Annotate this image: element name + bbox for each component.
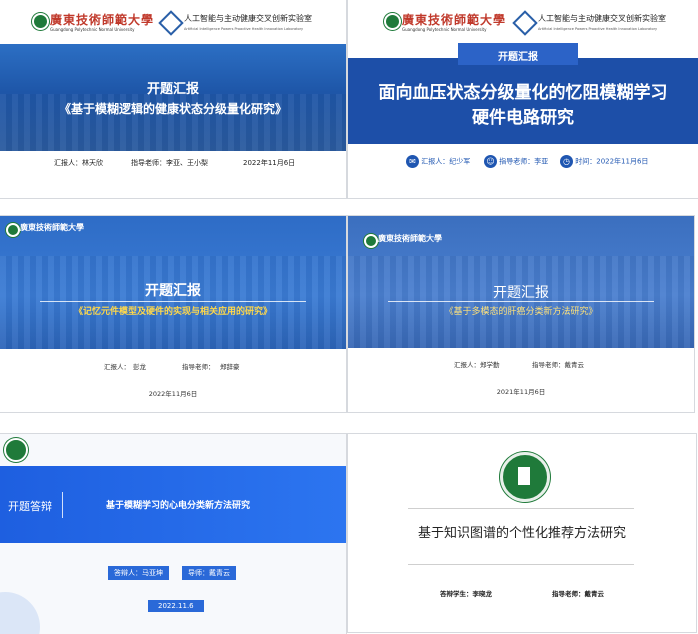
university-emblem-icon bbox=[6, 223, 20, 237]
lab-name-en: Artificial Intelligence Powers Proactive… bbox=[538, 27, 658, 31]
date: 时间：2022年11月6日 bbox=[575, 157, 649, 166]
slide-title-line1: 面向血压状态分级量化的忆阻模糊学习 bbox=[378, 83, 668, 103]
university-emblem-icon bbox=[384, 13, 401, 30]
top-divider bbox=[408, 508, 634, 509]
advisor: 指导老师：戴青云 bbox=[552, 590, 604, 598]
reporter: 汇报人：林天欣 bbox=[54, 159, 103, 167]
reporter: 汇报人：纪少军 bbox=[421, 157, 471, 166]
building-photo bbox=[348, 256, 694, 348]
advisor: 指导老师：戴青云 bbox=[532, 361, 584, 369]
advisor-label: 指导老师： bbox=[182, 363, 215, 371]
university-name: 廣東技術師範大學 bbox=[378, 233, 442, 243]
university-name: 廣東技術師範大學 bbox=[50, 13, 155, 27]
slide-title: 《记忆元件模型及硬件的实现与相关应用的研究》 bbox=[73, 307, 272, 317]
date: 2022年11月6日 bbox=[243, 159, 296, 167]
student: 答辩学生：李晓龙 bbox=[440, 590, 492, 598]
slide-heading: 开题汇报 bbox=[145, 283, 201, 299]
emblem-seal-icon bbox=[500, 452, 550, 502]
reporter-tag: 答辩人：马亚坤 bbox=[108, 566, 169, 580]
date: 2021年11月6日 bbox=[496, 388, 546, 396]
date: 2022年11月6日 bbox=[148, 390, 198, 398]
university-name: 廣東技術師範大學 bbox=[20, 222, 84, 232]
slide-2[interactable]: 廣東技術師範大學 Guangdong Polytechnic Normal Un… bbox=[348, 0, 698, 198]
bottom-divider bbox=[408, 564, 634, 565]
slide-1[interactable]: 廣東技術師範大學 Guangdong Polytechnic Normal Un… bbox=[0, 0, 346, 198]
reporter: 汇报人：郑学勤 bbox=[454, 361, 500, 369]
slide-4[interactable]: 廣東技術師範大學 开题汇报 《基于多模态的肝癌分类新方法研究》 汇报人：郑学勤 … bbox=[348, 216, 694, 412]
seal-building-icon bbox=[518, 467, 530, 485]
reporter-group: ✉ 汇报人：纪少军 bbox=[406, 155, 470, 168]
date-group: ◷ 时间：2022年11月6日 bbox=[560, 155, 648, 168]
clock-icon: ◷ bbox=[560, 155, 573, 168]
lab-logo-icon bbox=[512, 10, 538, 36]
university-emblem-icon bbox=[4, 438, 28, 462]
decorative-circle bbox=[0, 592, 40, 634]
slide-title: 《基于模糊逻辑的健康状态分级量化研究》 bbox=[58, 102, 287, 116]
speech-icon: ✉ bbox=[406, 155, 419, 168]
person-icon: ☺ bbox=[484, 155, 497, 168]
slide-title: 基于知识图谱的个性化推荐方法研究 bbox=[417, 526, 626, 541]
lab-name: 人工智能与主动健康交叉创新实验室 bbox=[538, 14, 666, 23]
heading-separator bbox=[62, 492, 63, 518]
advisor-group: ☺ 指导老师：李亚 bbox=[484, 155, 548, 168]
slide-5[interactable]: 开题答辩 基于模糊学习的心电分类新方法研究 答辩人：马亚坤 导师：戴青云 202… bbox=[0, 434, 346, 634]
slide-heading: 开题汇报 bbox=[146, 82, 199, 97]
building-photo bbox=[0, 256, 346, 349]
slide-title: 《基于多模态的肝癌分类新方法研究》 bbox=[444, 307, 598, 317]
title-band bbox=[0, 44, 346, 151]
heading-divider bbox=[388, 301, 654, 302]
slide-tag: 开题汇报 bbox=[498, 52, 538, 63]
university-name-en: Guangdong Polytechnic Normal University bbox=[50, 27, 135, 32]
lab-name-en: Artificial Intelligence Powers Proactive… bbox=[184, 27, 304, 31]
university-name-en: Guangdong Polytechnic Normal University bbox=[402, 27, 487, 32]
heading-divider bbox=[40, 301, 306, 302]
slide-heading: 开题答辩 bbox=[8, 500, 52, 513]
date-tag: 2022.11.6 bbox=[148, 600, 204, 612]
reporter-label: 汇报人： bbox=[104, 363, 130, 371]
university-emblem-icon bbox=[32, 13, 49, 30]
advisor: 指导老师：李亚、王小梨 bbox=[131, 159, 208, 167]
slide-6[interactable]: 基于知识图谱的个性化推荐方法研究 答辩学生：李晓龙 指导老师：戴青云 bbox=[348, 434, 696, 632]
slide-title: 基于模糊学习的心电分类新方法研究 bbox=[106, 501, 251, 511]
advisor: 指导老师：李亚 bbox=[499, 157, 549, 166]
lab-name: 人工智能与主动健康交叉创新实验室 bbox=[184, 14, 312, 23]
advisor-tag: 导师：戴青云 bbox=[182, 566, 236, 580]
slide-title-line2: 硬件电路研究 bbox=[472, 108, 574, 128]
reporter-name: 彭龙 bbox=[133, 363, 146, 371]
slide-3[interactable]: 廣東技術師範大學 开题汇报 《记忆元件模型及硬件的实现与相关应用的研究》 汇报人… bbox=[0, 216, 346, 412]
university-emblem-icon bbox=[364, 234, 378, 248]
university-name: 廣東技術師範大學 bbox=[402, 13, 507, 27]
slide-heading: 开题汇报 bbox=[493, 285, 549, 301]
advisor-name: 郑辞豪 bbox=[220, 363, 240, 371]
